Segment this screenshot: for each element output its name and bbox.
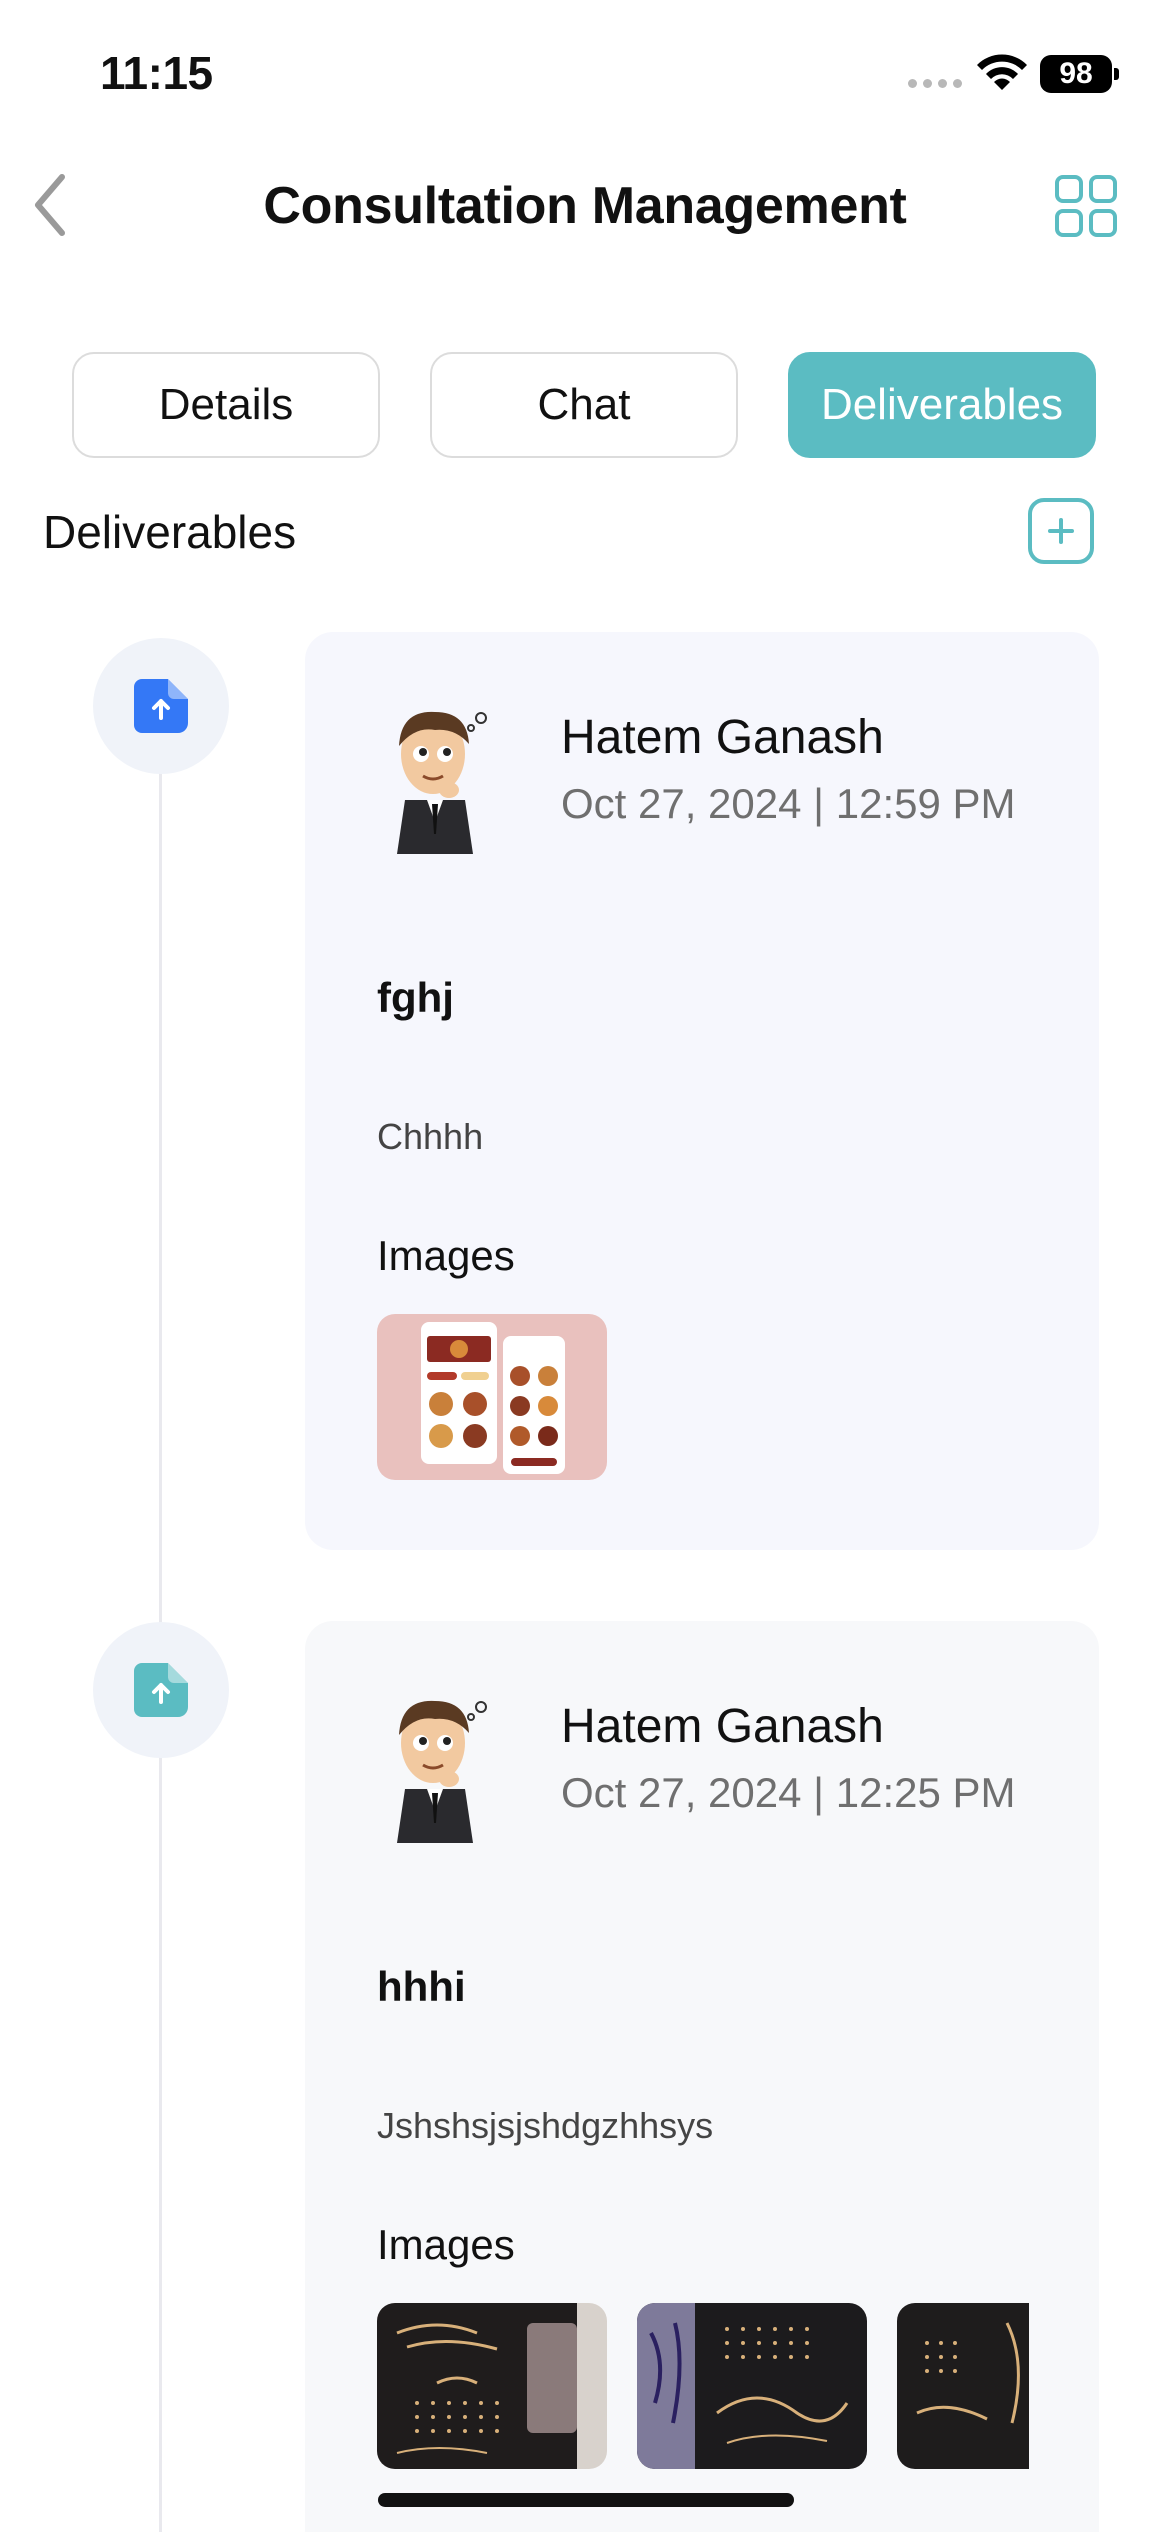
timestamp: Oct 27, 2024 | 12:59 PM [561, 780, 1016, 827]
image-thumbnail[interactable] [897, 2303, 1029, 2469]
battery-icon: 98 [1040, 55, 1119, 93]
images-label: Images [377, 1232, 515, 1279]
grid-icon [1055, 175, 1117, 237]
images-row[interactable] [377, 1314, 1029, 1482]
calendar-calligraphy-image [897, 2303, 1029, 2469]
nav-bar: Consultation Management [0, 160, 1170, 250]
file-upload-icon [134, 679, 188, 733]
deliverable-card[interactable]: Hatem Ganash Oct 27, 2024 | 12:59 PM fgh… [305, 632, 1099, 1550]
tab-details[interactable]: Details [72, 352, 380, 458]
file-upload-icon [134, 1663, 188, 1717]
timestamp: Oct 27, 2024 | 12:25 PM [561, 1769, 1016, 1816]
signal-icon [908, 79, 962, 88]
deliverable-card[interactable]: Hatem Ganash Oct 27, 2024 | 12:25 PM hhh… [305, 1621, 1099, 2532]
tab-deliverables[interactable]: Deliverables [788, 352, 1096, 458]
grid-menu-button[interactable] [1054, 174, 1118, 238]
deliverable-title: hhhi [377, 1963, 466, 2010]
status-bar: 11:15 98 [0, 0, 1170, 140]
image-thumbnail[interactable] [377, 1314, 607, 1480]
tab-chat[interactable]: Chat [430, 352, 738, 458]
images-label: Images [377, 2221, 515, 2268]
home-indicator [378, 2493, 794, 2507]
section-title: Deliverables [43, 506, 297, 558]
deliverable-description: Chhhh [377, 1116, 484, 1157]
avatar [397, 711, 487, 854]
timeline-node [93, 1622, 229, 1758]
calendar-calligraphy-image [637, 2303, 867, 2469]
image-thumbnail[interactable] [377, 2303, 607, 2469]
calendar-calligraphy-image [377, 2303, 607, 2469]
status-time: 11:15 [100, 47, 213, 99]
add-deliverable-button[interactable] [1028, 498, 1094, 564]
deliverable-description: Jshshsjsjshdgzhhsys [377, 2105, 714, 2146]
timeline-node [93, 638, 229, 774]
avatar [397, 1700, 487, 1843]
page-title: Consultation Management [263, 177, 907, 235]
tab-bar: Details Chat Deliverables [72, 352, 1098, 458]
author-name: Hatem Ganash [561, 1700, 884, 1753]
images-row[interactable] [377, 2303, 1029, 2471]
app-screens-image [377, 1314, 607, 1480]
wifi-icon [977, 54, 1027, 90]
image-thumbnail[interactable] [637, 2303, 867, 2469]
author-name: Hatem Ganash [561, 711, 884, 764]
deliverable-title: fghj [377, 974, 454, 1021]
